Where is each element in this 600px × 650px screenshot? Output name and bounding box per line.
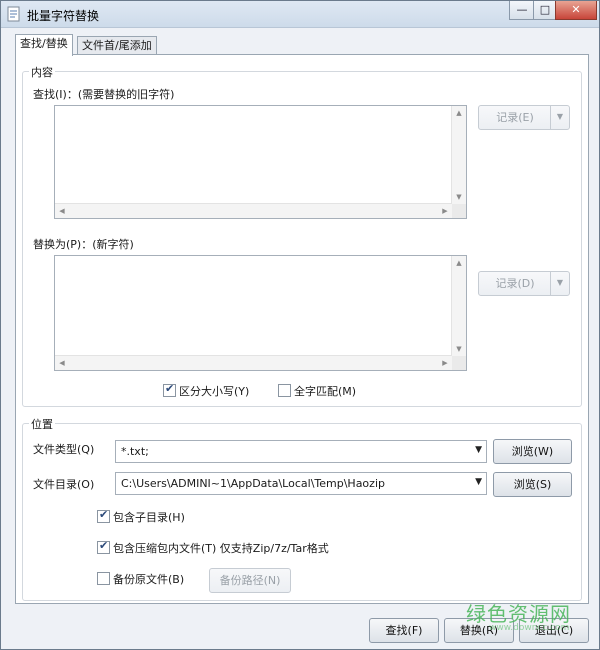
scroll-down-icon[interactable]: ▼	[452, 342, 466, 356]
backup-path-button[interactable]: 备份路径(N)	[209, 568, 291, 593]
whole-word-checkbox[interactable]	[278, 384, 291, 397]
scroll-up-icon[interactable]: ▲	[452, 256, 466, 270]
chevron-down-icon[interactable]: ▼	[550, 272, 569, 295]
location-group-title: 位置	[29, 416, 55, 432]
directory-label: 文件目录(O)	[33, 478, 95, 491]
scroll-left-icon[interactable]: ◀	[55, 204, 69, 218]
backup-files-label[interactable]: 备份原文件(B)	[113, 571, 184, 587]
tab-file-head-tail[interactable]: 文件首/尾添加	[77, 36, 157, 55]
find-history-label: 记录(E)	[496, 111, 534, 124]
scroll-left-icon[interactable]: ◀	[55, 356, 69, 370]
replace-history-label: 记录(D)	[495, 277, 535, 290]
app-window: 批量字符替换 — □ ✕ 查找/替换 文件首/尾添加 内容 查找(I)：(需要替…	[0, 0, 600, 650]
directory-value: C:\Users\ADMINI~1\AppData\Local\Temp\Hao…	[121, 477, 385, 490]
file-type-label: 文件类型(Q)	[33, 443, 95, 456]
file-type-value: *.txt;	[121, 445, 149, 458]
include-subdirs-label[interactable]: 包含子目录(H)	[113, 509, 185, 525]
dropdown-arrow-icon[interactable]: ▼	[475, 445, 482, 455]
content-group: 内容 查找(I)：(需要替换的旧字符) ▲ ▼ ◀ ▶ 记录(E) ▼ 替换为(…	[22, 64, 582, 407]
scroll-up-icon[interactable]: ▲	[452, 106, 466, 120]
replace-label: 替换为(P)：(新字符)	[33, 238, 134, 251]
content-group-title: 内容	[29, 64, 55, 80]
whole-word-label[interactable]: 全字匹配(M)	[294, 383, 356, 399]
replace-horizontal-scrollbar[interactable]: ◀ ▶	[55, 355, 452, 370]
directory-browse-button[interactable]: 浏览(S)	[493, 472, 572, 497]
location-group: 位置 文件类型(Q) *.txt; ▼ 浏览(W) 文件目录(O) C:\Use…	[22, 416, 582, 601]
chevron-down-icon[interactable]: ▼	[550, 106, 569, 129]
scroll-right-icon[interactable]: ▶	[438, 204, 452, 218]
check-mark-icon: ✔	[165, 382, 175, 395]
replace-vertical-scrollbar[interactable]: ▲ ▼	[451, 256, 466, 356]
scroll-down-icon[interactable]: ▼	[452, 190, 466, 204]
find-history-button[interactable]: 记录(E) ▼	[478, 105, 570, 130]
tab-panel: 内容 查找(I)：(需要替换的旧字符) ▲ ▼ ◀ ▶ 记录(E) ▼ 替换为(…	[15, 54, 589, 604]
window-title: 批量字符替换	[27, 9, 100, 23]
scroll-right-icon[interactable]: ▶	[438, 356, 452, 370]
close-button[interactable]: ✕	[555, 1, 597, 20]
include-archives-checkbox[interactable]: ✔	[97, 539, 110, 554]
file-type-browse-button[interactable]: 浏览(W)	[493, 439, 572, 464]
tab-find-replace[interactable]: 查找/替换	[15, 34, 73, 56]
app-icon	[7, 6, 20, 22]
minimize-button[interactable]: —	[509, 1, 535, 20]
title-bar[interactable]: 批量字符替换 — □ ✕	[1, 1, 599, 28]
include-subdirs-checkbox[interactable]: ✔	[97, 508, 110, 523]
case-sensitive-checkbox[interactable]: ✔	[163, 382, 176, 397]
find-button[interactable]: 查找(F)	[369, 618, 439, 643]
find-vertical-scrollbar[interactable]: ▲ ▼	[451, 106, 466, 204]
watermark-url: www.downcc.com	[489, 623, 570, 633]
check-mark-icon: ✔	[99, 508, 109, 521]
include-archives-label[interactable]: 包含压缩包内文件(T) 仅支持Zip/7z/Tar格式	[113, 540, 329, 556]
case-sensitive-label[interactable]: 区分大小写(Y)	[179, 383, 249, 399]
backup-files-checkbox[interactable]	[97, 572, 110, 585]
replace-textarea[interactable]: ▲ ▼ ◀ ▶	[54, 255, 467, 371]
maximize-button[interactable]: □	[533, 1, 557, 20]
find-horizontal-scrollbar[interactable]: ◀ ▶	[55, 203, 452, 218]
scroll-corner	[452, 204, 466, 218]
scroll-corner	[452, 356, 466, 370]
directory-combo[interactable]: C:\Users\ADMINI~1\AppData\Local\Temp\Hao…	[115, 472, 487, 495]
replace-history-button[interactable]: 记录(D) ▼	[478, 271, 570, 296]
find-label: 查找(I)：(需要替换的旧字符)	[33, 88, 175, 101]
check-mark-icon: ✔	[99, 539, 109, 552]
file-type-combo[interactable]: *.txt; ▼	[115, 440, 487, 463]
dropdown-arrow-icon[interactable]: ▼	[475, 477, 482, 487]
find-textarea[interactable]: ▲ ▼ ◀ ▶	[54, 105, 467, 219]
